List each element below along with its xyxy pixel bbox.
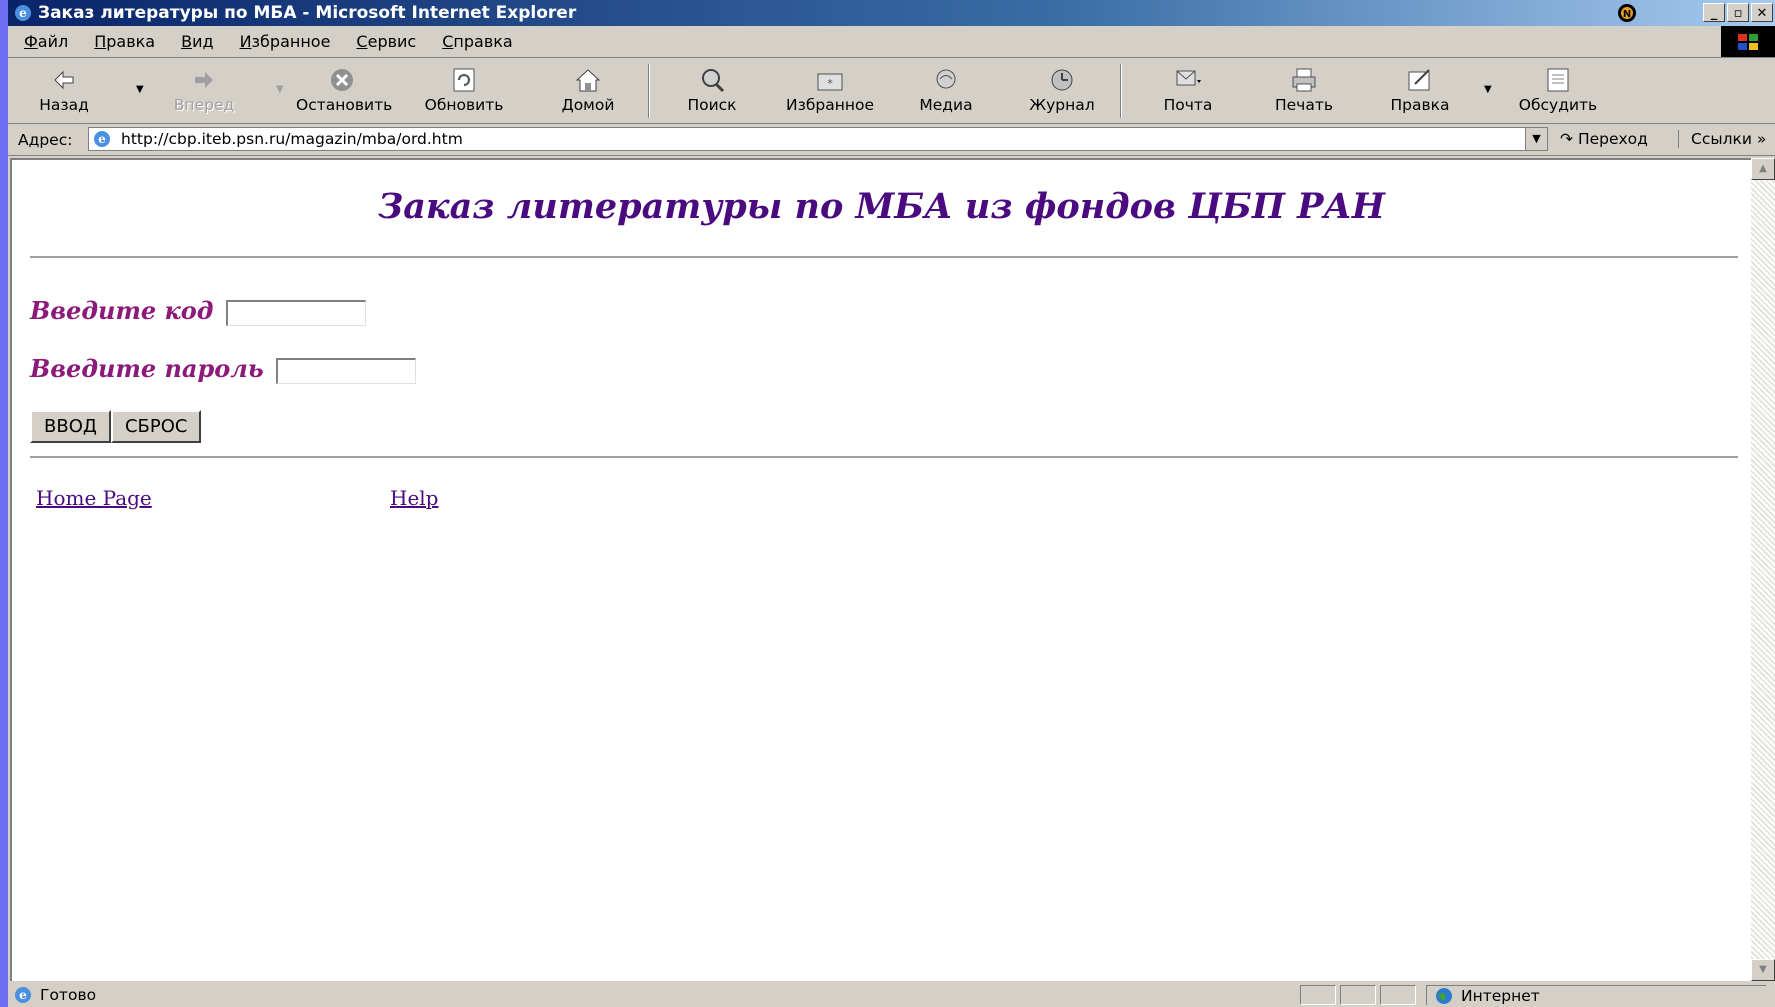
svg-text:e: e: [19, 988, 27, 1002]
code-input[interactable]: [225, 299, 366, 326]
scroll-up-icon[interactable]: ▲: [1751, 158, 1775, 180]
stop-button[interactable]: Остановить: [296, 64, 392, 120]
media-icon: [936, 69, 956, 89]
close-button[interactable]: ✕: [1751, 3, 1773, 22]
status-cell: [1340, 985, 1376, 1005]
refresh-icon: [453, 68, 475, 92]
title-bar: e Заказ литературы по МБА - Microsoft In…: [8, 0, 1775, 26]
window-title: Заказ литературы по МБА - Microsoft Inte…: [38, 3, 577, 23]
address-input[interactable]: e http://cbp.iteb.psn.ru/magazin/mba/ord…: [88, 127, 1548, 151]
menu-edit[interactable]: Правка: [94, 32, 155, 51]
edit-icon: [1408, 69, 1430, 91]
toolbar-separator: [1120, 64, 1122, 118]
back-dropdown-icon[interactable]: ▼: [136, 84, 144, 95]
links-button[interactable]: Ссылки »: [1678, 130, 1766, 148]
form-buttons: ВВОД СБРОС: [30, 410, 202, 443]
menu-bar: Файл Правка Вид Избранное Сервис Справка: [8, 26, 1775, 58]
page-content: Заказ литературы по МБА из фондов ЦБП РА…: [10, 158, 1751, 981]
edit-dropdown-icon[interactable]: ▼: [1484, 84, 1492, 95]
menu-help[interactable]: Справка: [442, 32, 513, 51]
submit-button[interactable]: ВВОД: [30, 410, 111, 443]
favorites-folder-icon: *: [817, 73, 843, 91]
print-button[interactable]: Печать: [1258, 64, 1350, 120]
ie-icon: e: [15, 5, 31, 21]
chevron-right-icon: »: [1756, 130, 1767, 148]
page-status-icon: e: [15, 987, 31, 1003]
reset-button[interactable]: СБРОС: [110, 410, 202, 443]
address-label: Адрес:: [18, 131, 73, 149]
vertical-scrollbar[interactable]: ▲ ▼: [1751, 158, 1775, 981]
code-label: Введите код: [30, 296, 214, 325]
refresh-button[interactable]: Обновить: [418, 64, 510, 120]
scroll-down-icon[interactable]: ▼: [1751, 959, 1775, 981]
status-bar: e Готово Интернет: [8, 983, 1775, 1007]
search-icon: [702, 69, 725, 93]
password-row: Введите пароль: [30, 354, 417, 384]
search-button[interactable]: Поиск: [666, 64, 758, 120]
favorites-button[interactable]: * Избранное: [784, 64, 876, 120]
media-button[interactable]: Медиа: [900, 64, 992, 120]
code-row: Введите код: [30, 296, 366, 326]
menu-view[interactable]: Вид: [181, 32, 213, 51]
mail-icon: [1176, 70, 1201, 86]
forward-button[interactable]: Вперед: [158, 64, 250, 120]
status-cell: [1300, 985, 1336, 1005]
discuss-icon: [1547, 68, 1569, 92]
svg-text:e: e: [19, 6, 27, 20]
divider: [30, 256, 1738, 258]
go-arrow-icon: ↷: [1560, 130, 1573, 148]
password-input[interactable]: [276, 357, 417, 384]
minimize-button[interactable]: _: [1703, 3, 1725, 22]
discuss-button[interactable]: Обсудить: [1512, 64, 1604, 120]
svg-text:e: e: [98, 132, 106, 146]
stop-icon: [331, 69, 353, 91]
home-icon: [575, 69, 601, 92]
address-bar: Адрес: e http://cbp.iteb.psn.ru/magazin/…: [8, 124, 1775, 156]
page-icon: e: [94, 131, 110, 147]
page-title: Заказ литературы по МБА из фондов ЦБП РА…: [377, 186, 1385, 227]
svg-text:*: *: [827, 77, 833, 90]
maximize-button[interactable]: ▫: [1727, 3, 1749, 22]
password-label: Введите пароль: [30, 354, 264, 383]
globe-icon: [1436, 987, 1452, 1004]
help-link[interactable]: Help: [390, 486, 438, 510]
zone-text: Интернет: [1461, 986, 1540, 1005]
toolbar-separator: [648, 64, 650, 118]
mail-button[interactable]: Почта: [1142, 64, 1234, 120]
menu-file[interactable]: Файл: [24, 32, 68, 51]
edit-button[interactable]: Правка: [1374, 64, 1466, 120]
svg-text:N: N: [1623, 9, 1631, 20]
go-button[interactable]: ↷ Переход: [1560, 130, 1648, 148]
home-page-link[interactable]: Home Page: [36, 486, 152, 510]
status-cell: [1380, 985, 1416, 1005]
divider: [30, 456, 1738, 458]
printer-icon: [1292, 68, 1316, 92]
home-button[interactable]: Домой: [542, 64, 634, 120]
history-button[interactable]: Журнал: [1016, 64, 1108, 120]
back-arrow-icon: [54, 70, 74, 90]
address-dropdown-icon[interactable]: ▼: [1525, 128, 1547, 150]
address-url: http://cbp.iteb.psn.ru/magazin/mba/ord.h…: [121, 130, 463, 148]
forward-dropdown-icon[interactable]: ▼: [276, 84, 284, 95]
netscape-logo-icon: N: [1618, 4, 1636, 22]
menu-favorites[interactable]: Избранное: [240, 32, 331, 51]
browser-window: e Заказ литературы по МБА - Microsoft In…: [8, 0, 1775, 1007]
forward-arrow-icon: [195, 72, 213, 88]
windows-logo-icon: [1721, 26, 1775, 57]
menu-tools[interactable]: Сервис: [356, 32, 416, 51]
toolbar: Назад ▼ Вперед ▼ Остановить Обновить Дом…: [8, 58, 1775, 124]
back-button[interactable]: Назад: [18, 64, 110, 120]
history-icon: [1051, 69, 1073, 91]
status-text: Готово: [40, 986, 97, 1004]
security-zone: Интернет: [1426, 985, 1766, 1005]
